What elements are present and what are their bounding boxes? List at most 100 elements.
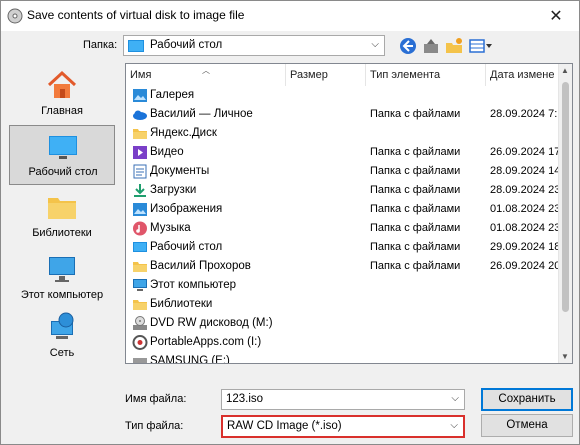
filetype-select[interactable]: RAW CD Image (*.iso) ⌵ <box>221 415 465 438</box>
place-network[interactable]: Сеть <box>9 307 115 367</box>
column-header-date[interactable]: Дата измене <box>486 64 560 86</box>
file-row[interactable]: SAMSUNG (E:) <box>126 352 560 364</box>
lookin-combo[interactable]: Рабочий стол ⌵ <box>123 35 385 56</box>
file-date: 01.08.2024 23 <box>490 203 560 215</box>
file-name: Василий Прохоров <box>150 260 251 272</box>
view-menu-button[interactable] <box>467 35 495 56</box>
file-row[interactable]: Видео Папка с файлами 26.09.2024 17 <box>126 143 560 162</box>
save-dialog: Save contents of virtual disk to image f… <box>0 0 580 445</box>
folder-icon <box>132 259 148 274</box>
file-row[interactable]: Библиотеки <box>126 295 560 314</box>
scroll-thumb[interactable] <box>562 82 569 312</box>
place-computer[interactable]: Этот компьютер <box>9 249 115 309</box>
file-rows: Галерея Василий — Личное Папка с файлами 28… <box>126 86 560 364</box>
file-type: Папка с файлами <box>370 146 461 158</box>
scroll-up-icon[interactable]: ▲ <box>561 66 569 75</box>
place-label: Библиотеки <box>32 227 92 239</box>
desktop-icon <box>49 136 77 159</box>
chevron-down-icon[interactable]: ⌵ <box>450 420 458 431</box>
file-row[interactable]: Загрузки Папка с файлами 28.09.2024 23 <box>126 181 560 200</box>
documents-folder-icon <box>132 164 148 179</box>
file-type: Папка с файлами <box>370 165 461 177</box>
place-label: Рабочий стол <box>28 166 98 178</box>
file-name: Рабочий стол <box>150 241 223 253</box>
new-folder-icon <box>446 37 462 53</box>
pictures-folder-icon <box>132 202 148 217</box>
file-type: Папка с файлами <box>370 184 461 196</box>
place-label: Главная <box>41 105 83 117</box>
up-folder-icon <box>424 38 438 53</box>
file-date: 26.09.2024 20 <box>490 260 560 272</box>
file-row[interactable]: PortableApps.com (I:) <box>126 333 560 352</box>
file-row[interactable]: Рабочий стол Папка с файлами 29.09.2024 18 <box>126 238 560 257</box>
back-icon <box>400 37 416 54</box>
file-date: 26.09.2024 17 <box>490 146 560 158</box>
file-type: Папка с файлами <box>370 222 461 234</box>
file-date: 01.08.2024 23 <box>490 222 560 234</box>
portableapps-icon <box>132 335 148 350</box>
place-home[interactable]: Главная <box>9 65 115 125</box>
file-row[interactable]: DVD RW дисковод (M:) <box>126 314 560 333</box>
window-title: Save contents of virtual disk to image f… <box>27 8 245 22</box>
lookin-value: Рабочий стол <box>150 39 223 51</box>
computer-icon <box>132 278 148 293</box>
video-folder-icon <box>132 145 148 160</box>
file-type: Папка с файлами <box>370 108 461 120</box>
gallery-icon <box>132 88 148 103</box>
up-folder-button[interactable] <box>420 35 442 56</box>
file-name: DVD RW дисковод (M:) <box>150 317 273 329</box>
file-row[interactable]: Документы Папка с файлами 28.09.2024 14 <box>126 162 560 181</box>
file-row[interactable]: Галерея <box>126 86 560 105</box>
downloads-folder-icon <box>132 183 148 198</box>
chevron-down-icon[interactable]: ⌵ <box>451 393 459 404</box>
column-header-size[interactable]: Размер <box>286 64 366 86</box>
filetype-value: RAW CD Image (*.iso) <box>227 420 342 432</box>
music-folder-icon <box>132 221 148 236</box>
file-date: 28.09.2024 7: <box>490 108 558 120</box>
computer-icon <box>49 257 75 282</box>
file-name: Яндекс.Диск <box>150 127 217 139</box>
file-row[interactable]: Музыка Папка с файлами 01.08.2024 23 <box>126 219 560 238</box>
sort-up-icon: ︿ <box>202 66 210 75</box>
drive-icon <box>132 354 148 363</box>
file-date: 29.09.2024 18 <box>490 241 560 253</box>
lookin-label: Папка: <box>83 39 118 51</box>
file-name: Галерея <box>150 89 195 101</box>
folder-icon <box>132 126 148 141</box>
desktop-small-icon <box>128 40 144 52</box>
file-row[interactable]: Изображения Папка с файлами 01.08.2024 23 <box>126 200 560 219</box>
file-list[interactable]: ︿ Имя Размер Тип элемента Дата измене Га… <box>125 63 573 364</box>
place-label: Этот компьютер <box>20 289 104 301</box>
onedrive-icon <box>132 107 148 122</box>
scroll-down-icon[interactable]: ▼ <box>561 352 569 361</box>
column-header-name[interactable]: ︿ Имя <box>126 64 286 86</box>
filename-value: 123.iso <box>226 393 264 405</box>
places-bar: Главная Рабочий стол Библиотеки Этот ком… <box>9 63 117 439</box>
place-desktop[interactable]: Рабочий стол <box>9 125 115 185</box>
file-name: SAMSUNG (E:) <box>150 355 230 364</box>
network-icon <box>51 312 74 339</box>
column-header-type[interactable]: Тип элемента <box>366 64 486 86</box>
filename-input[interactable]: 123.iso ⌵ <box>221 389 465 410</box>
file-row[interactable]: Яндекс.Диск <box>126 124 560 143</box>
file-name: Изображения <box>150 203 223 215</box>
desktop-folder-icon <box>132 240 148 255</box>
close-button[interactable]: ✕ <box>533 1 579 31</box>
file-date: 28.09.2024 14 <box>490 165 560 177</box>
back-button[interactable] <box>397 35 419 56</box>
file-row[interactable]: Этот компьютер <box>126 276 560 295</box>
app-icon <box>7 8 23 24</box>
new-folder-button[interactable] <box>443 35 465 56</box>
cancel-button[interactable]: Отмена <box>481 414 573 437</box>
place-label: Сеть <box>49 347 75 359</box>
chevron-down-icon: ⌵ <box>371 39 379 50</box>
file-row[interactable]: Василий Прохоров Папка с файлами 26.09.202… <box>126 257 560 276</box>
save-button[interactable]: Сохранить <box>481 388 573 411</box>
place-libraries[interactable]: Библиотеки <box>9 187 115 247</box>
file-type: Папка с файлами <box>370 203 461 215</box>
file-row[interactable]: Василий — Личное Папка с файлами 28.09.202… <box>126 105 560 124</box>
file-name: Загрузки <box>150 184 197 196</box>
title-bar: Save contents of virtual disk to image f… <box>1 1 579 31</box>
vertical-scrollbar[interactable]: ▲ ▼ <box>558 64 572 363</box>
file-name: Этот компьютер <box>150 279 236 291</box>
